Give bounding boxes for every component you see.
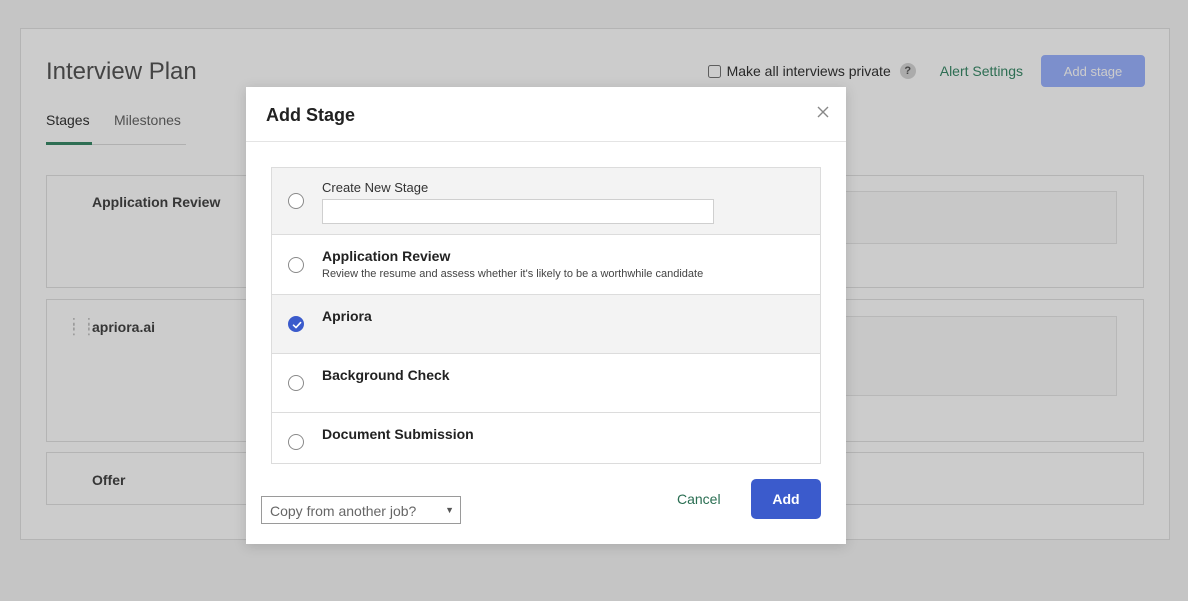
modal-header: Add Stage (246, 87, 846, 142)
stage-option-list: Create New Stage Application Review Revi… (271, 167, 821, 464)
add-button[interactable]: Add (751, 479, 821, 519)
option-label: Create New Stage (322, 180, 429, 195)
modal-title: Add Stage (266, 105, 356, 125)
option-create-new-stage[interactable]: Create New Stage (272, 168, 820, 235)
option-application-review[interactable]: Application Review Review the resume and… (272, 235, 820, 295)
option-background-check[interactable]: Background Check (272, 354, 820, 413)
select-value: Copy from another job? (270, 503, 417, 519)
radio-button[interactable] (288, 193, 304, 209)
add-stage-modal: Add Stage Create New Stage Application R… (246, 87, 846, 544)
option-document-submission[interactable]: Document Submission (272, 413, 820, 463)
option-description: Review the resume and assess whether it'… (322, 268, 704, 280)
radio-button-checked[interactable] (288, 316, 304, 332)
new-stage-name-input[interactable] (322, 199, 714, 224)
radio-button[interactable] (288, 257, 304, 273)
radio-button[interactable] (288, 375, 304, 391)
option-label: Document Submission (322, 426, 474, 442)
close-icon[interactable] (816, 105, 830, 119)
option-apriora[interactable]: Apriora (272, 295, 820, 354)
copy-from-job-select[interactable]: Copy from another job? ▼ (261, 496, 461, 524)
radio-button[interactable] (288, 434, 304, 450)
check-icon (292, 321, 302, 329)
option-label: Apriora (322, 308, 372, 324)
option-label: Application Review (322, 248, 451, 264)
option-label: Background Check (322, 367, 450, 383)
caret-down-icon: ▼ (445, 505, 454, 515)
cancel-button[interactable]: Cancel (677, 491, 721, 507)
